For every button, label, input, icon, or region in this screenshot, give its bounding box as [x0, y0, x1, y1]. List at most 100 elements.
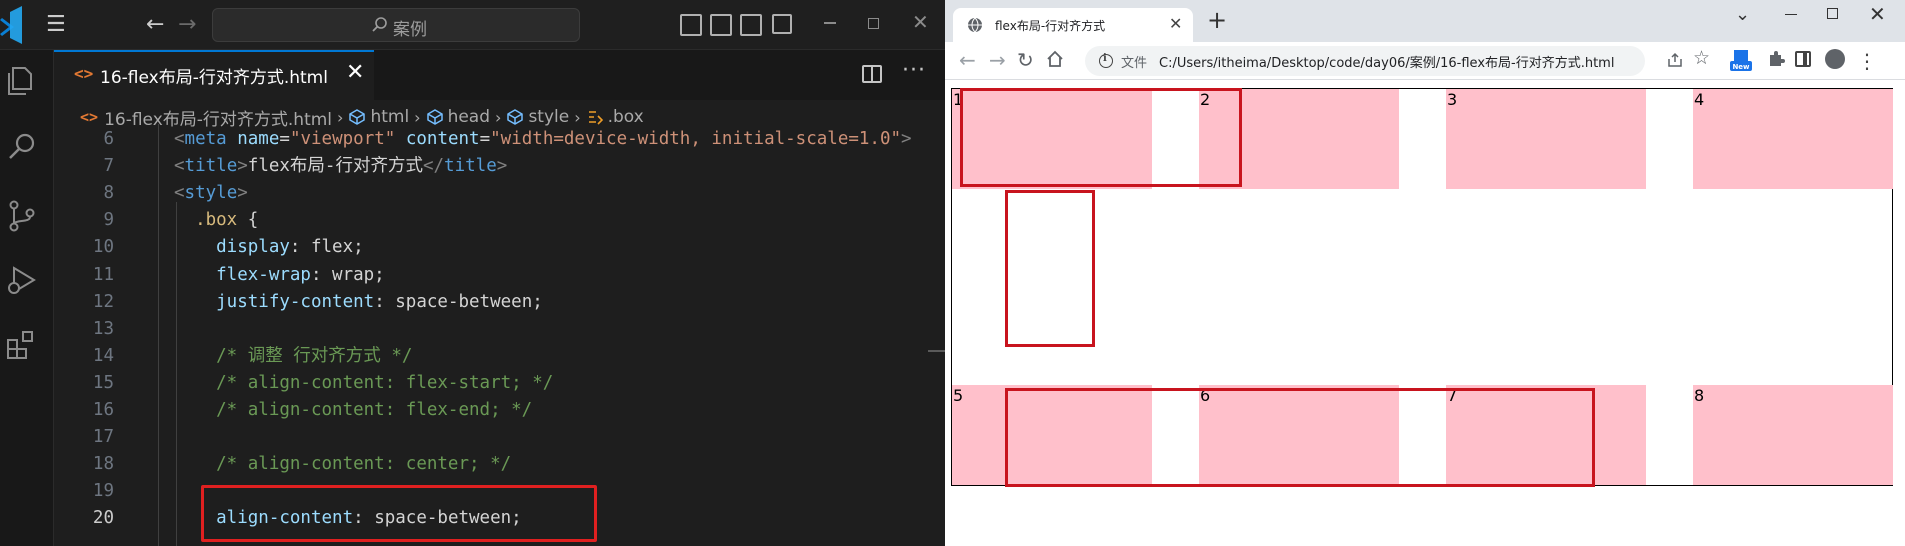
code-token: "width=device-width, initial-scale=1.0"	[490, 129, 902, 149]
code-text: /* 调整 行对齐方式 */	[174, 343, 412, 370]
editor-tab-active[interactable]: <> 16-flex布局-行对齐方式.html ✕	[54, 50, 374, 100]
browser-menu-icon[interactable]: ⋮	[1857, 44, 1877, 78]
line-number: 14	[92, 345, 114, 366]
code-token: content	[395, 129, 480, 149]
toggle-secondary-sidebar-icon[interactable]	[740, 14, 762, 36]
bookmark-star-icon[interactable]: ☆	[1693, 47, 1710, 69]
code-token: /* align-content: flex-start; */	[174, 372, 554, 393]
flex-item-number: 5	[953, 386, 964, 405]
reload-icon[interactable]: ↻	[1017, 48, 1034, 72]
minimize-icon[interactable]	[824, 22, 836, 24]
source-control-icon[interactable]	[4, 198, 40, 234]
side-panel-icon[interactable]	[1795, 51, 1811, 67]
tab-close-icon[interactable]: ✕	[346, 60, 364, 85]
command-center-search[interactable]: 案例	[212, 8, 580, 42]
code-token: >	[901, 129, 912, 149]
code-editor[interactable]: 6 <meta name="viewport" content="width=de…	[54, 124, 945, 546]
code-token: <	[174, 129, 185, 149]
code-token: title	[444, 156, 497, 177]
search-sidebar-icon[interactable]	[4, 130, 40, 166]
maximize-icon[interactable]	[1827, 8, 1838, 19]
run-debug-icon[interactable]	[4, 262, 40, 298]
code-token: name	[226, 129, 280, 149]
extension-new-icon[interactable]: New	[1729, 48, 1753, 72]
more-actions-icon[interactable]: ···	[902, 58, 926, 83]
code-line[interactable]: 13	[54, 316, 945, 343]
code-line[interactable]: 10 display: flex;	[54, 234, 945, 261]
close-window-icon[interactable]: ✕	[912, 10, 929, 34]
code-line[interactable]: 16 /* align-content: flex-end; */	[54, 397, 945, 424]
code-token: </	[422, 156, 445, 177]
back-arrow-icon[interactable]: ←	[146, 12, 164, 37]
code-text: <style>	[174, 180, 248, 207]
annotation-gap-box-bottom	[1005, 388, 1595, 487]
back-arrow-icon[interactable]: ←	[959, 48, 976, 72]
code-token: <	[174, 183, 185, 204]
code-text: /* align-content: center; */	[174, 451, 511, 478]
code-line[interactable]: 6 <meta name="viewport" content="width=de…	[54, 126, 945, 153]
line-number: 10	[92, 237, 114, 258]
code-text: justify-content: space-between;	[174, 289, 543, 316]
browser-tab-strip: flex布局-行对齐方式 ✕ + ⌄ ✕	[945, 0, 1905, 42]
code-token: justify-content	[174, 291, 375, 312]
address-bar[interactable]: 文件 C:/Users/itheima/Desktop/code/day06/案…	[1085, 46, 1645, 76]
code-line[interactable]: 11 flex-wrap: wrap;	[54, 262, 945, 289]
split-editor-icon[interactable]	[862, 65, 882, 83]
code-text: /* align-content: flex-start; */	[174, 370, 553, 397]
toggle-primary-sidebar-icon[interactable]	[680, 14, 702, 36]
code-token: flex-wrap	[174, 264, 311, 285]
line-number: 9	[103, 210, 114, 231]
tab-close-icon[interactable]: ✕	[1169, 14, 1182, 33]
flex-item: 8	[1693, 385, 1893, 485]
minimize-icon[interactable]	[1785, 14, 1797, 15]
code-line[interactable]: 12 justify-content: space-between;	[54, 289, 945, 316]
forward-arrow-icon[interactable]: →	[178, 12, 196, 37]
url-text: C:/Users/itheima/Desktop/code/day06/案例/1…	[1159, 56, 1615, 71]
code-token: >	[237, 183, 248, 204]
vscode-logo-icon	[0, 6, 22, 44]
code-token: meta	[184, 129, 227, 149]
scrollbar-marker	[928, 350, 945, 352]
code-line[interactable]: 7 <title>flex布局-行对齐方式</title>	[54, 153, 945, 180]
code-token: : flex;	[289, 237, 364, 258]
code-token: /* align-content: center; */	[174, 454, 512, 475]
code-line[interactable]: 8 <style>	[54, 180, 945, 207]
share-icon[interactable]	[1667, 52, 1683, 68]
forward-arrow-icon[interactable]: →	[989, 48, 1006, 72]
search-icon	[372, 17, 387, 32]
code-token: display	[174, 237, 290, 258]
vscode-titlebar: ☰ ← → 案例 ✕	[0, 0, 945, 50]
explorer-icon[interactable]	[4, 62, 40, 98]
code-token: =	[479, 129, 491, 149]
info-icon[interactable]	[1099, 53, 1113, 68]
code-line[interactable]: 15 /* align-content: flex-start; */	[54, 370, 945, 397]
html-file-icon: <>	[74, 64, 94, 83]
browser-window: flex布局-行对齐方式 ✕ + ⌄ ✕ ← → ↻ 文件 C:/Users/i…	[945, 0, 1905, 546]
profile-avatar-icon[interactable]	[1825, 49, 1845, 69]
code-line[interactable]: 17	[54, 424, 945, 451]
new-tab-icon[interactable]: +	[1207, 8, 1227, 32]
extensions-puzzle-icon[interactable]	[1767, 50, 1785, 68]
code-token: <	[174, 156, 185, 177]
code-token: : space-between;	[374, 291, 543, 312]
code-line[interactable]: 14 /* 调整 行对齐方式 */	[54, 343, 945, 370]
tab-search-chevron-icon[interactable]: ⌄	[1735, 4, 1750, 25]
code-text: <meta name="viewport" content="width=dev…	[174, 126, 912, 153]
browser-tab-active[interactable]: flex布局-行对齐方式 ✕	[953, 8, 1193, 42]
activity-bar	[0, 50, 54, 546]
code-text: <title>flex布局-行对齐方式</title>	[174, 153, 507, 180]
flex-item: 4	[1693, 89, 1893, 189]
home-icon[interactable]	[1045, 49, 1065, 69]
extensions-icon[interactable]	[4, 328, 40, 364]
code-line[interactable]: 9 .box {	[54, 207, 945, 234]
code-token: >	[496, 156, 508, 177]
maximize-icon[interactable]	[868, 18, 879, 29]
close-window-icon[interactable]: ✕	[1869, 2, 1886, 26]
flex-item-number: 4	[1694, 90, 1705, 109]
annotation-gap-box-top	[960, 88, 1242, 187]
toggle-panel-icon[interactable]	[710, 14, 732, 36]
code-line[interactable]: 18 /* align-content: center; */	[54, 451, 945, 478]
browser-toolbar: ← → ↻ 文件 C:/Users/itheima/Desktop/code/d…	[945, 42, 1905, 80]
hamburger-menu-icon[interactable]: ☰	[46, 14, 74, 36]
customize-layout-icon[interactable]	[772, 14, 792, 34]
